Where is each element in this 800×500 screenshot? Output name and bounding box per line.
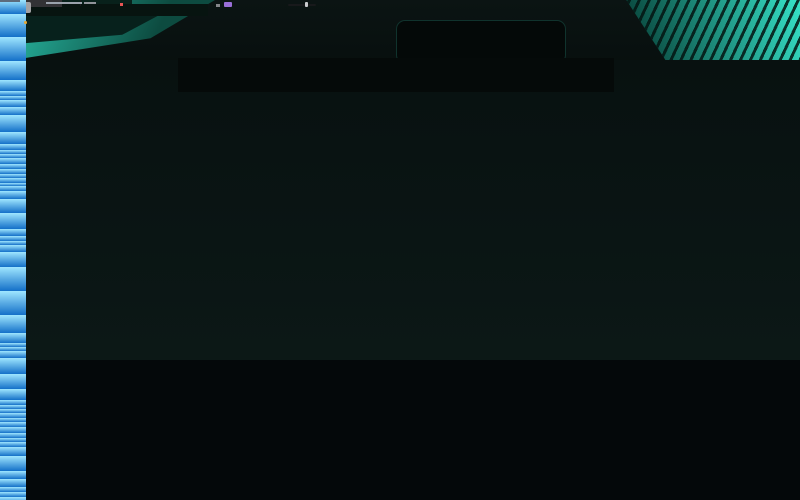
waveform-bar <box>0 333 26 343</box>
waveform-bar <box>0 245 26 252</box>
plugin-title-text <box>46 2 82 4</box>
metronome-icon[interactable] <box>216 4 220 7</box>
master-volume-thumb[interactable] <box>305 2 308 7</box>
footer-text <box>0 0 20 2</box>
parameter-knob[interactable] <box>16 9 23 16</box>
plugin-footer <box>0 0 20 2</box>
waveform-bar <box>0 213 26 229</box>
record-button[interactable] <box>120 3 123 6</box>
parameter-knob[interactable] <box>28 9 35 16</box>
transport-controls[interactable] <box>110 3 123 6</box>
waveform-bar <box>0 315 26 333</box>
screenshot-stage <box>0 0 800 500</box>
waveform-bar <box>0 107 26 115</box>
wall-beam <box>178 58 614 92</box>
waveform-bar <box>0 471 26 479</box>
waveform-bar <box>0 115 26 132</box>
waveform-bar <box>0 191 26 199</box>
waveform-bar <box>0 37 26 61</box>
waveform-bar <box>0 479 26 486</box>
column-date-label <box>84 2 96 4</box>
parameter-knob[interactable] <box>4 21 11 28</box>
waveform-bar <box>0 61 26 80</box>
parameter-knob[interactable] <box>4 9 11 16</box>
back-wall <box>0 60 800 360</box>
waveform-bar <box>0 252 26 267</box>
waveform-bar <box>0 389 26 399</box>
waveform-bar <box>0 80 26 91</box>
cycle-button[interactable] <box>224 2 232 7</box>
parameter-knob[interactable] <box>16 21 23 28</box>
waveform-bar <box>0 132 26 144</box>
sampler-main-panel <box>0 0 26 500</box>
waveform-bar <box>0 100 26 107</box>
knobs-right <box>4 9 48 28</box>
waveform-bar <box>0 199 26 212</box>
master-volume-track[interactable] <box>288 4 316 6</box>
waveform-bar <box>0 456 26 471</box>
waveform-bar <box>0 351 26 358</box>
waveform-display[interactable] <box>0 0 26 500</box>
waveform-bar <box>0 229 26 236</box>
waveform-bar <box>0 374 26 389</box>
waveform-bar <box>0 291 26 315</box>
parameter-knob[interactable] <box>40 9 47 16</box>
waveform-bar <box>0 447 26 456</box>
waveform-bar <box>0 358 26 374</box>
console-lower-controls <box>36 74 156 94</box>
waveform-bar <box>0 267 26 290</box>
